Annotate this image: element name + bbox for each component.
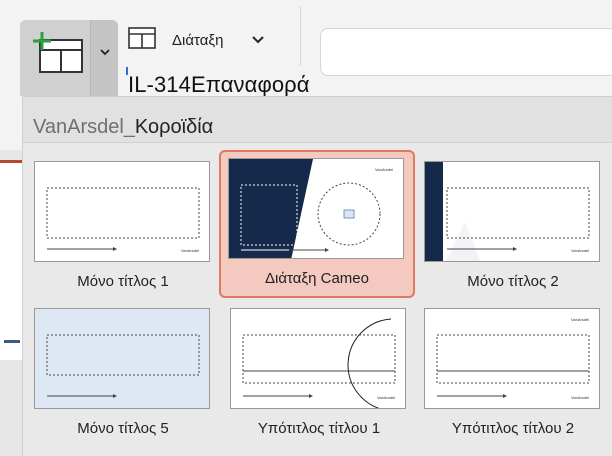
layout-tile-subtitle-2[interactable]: VanArsdel VanArsdel Υπότιτλος τίτλου 2 — [415, 300, 611, 448]
reset-button[interactable]: ΙL-314Επαναφορά — [128, 72, 310, 98]
gallery-header: VanArsdel_Κοροϊδία — [23, 97, 612, 143]
layout-tile-label: Μόνο τίτλος 1 — [77, 273, 169, 290]
layout-thumbnail: VanArsdel VanArsdel — [424, 308, 600, 409]
layout-tile-label: Υπότιτλος τίτλου 1 — [257, 420, 381, 437]
thumb-brand: VanArsdel — [375, 167, 393, 172]
thumb-brand: VanArsdel — [181, 248, 199, 253]
layout-preview-graphic: VanArsdel — [46, 187, 200, 253]
layout-tile-title-only-2[interactable]: VanArsdel Μόνο τίτλος 2 — [415, 153, 611, 301]
layout-label: Διάταξη — [172, 32, 224, 49]
layout-tile-label: Μόνο τίτλος 5 — [77, 420, 169, 437]
layout-preview-graphic: VanArsdel — [229, 159, 393, 258]
thumb-brand: VanArsdel — [571, 248, 589, 253]
slide-thumbnail-mark — [4, 340, 20, 343]
layout-preview-graphic: VanArsdel VanArsdel — [436, 317, 590, 400]
slide-thumbnail[interactable] — [0, 160, 22, 360]
layout-preview-graphic — [46, 334, 200, 398]
ribbon-divider — [300, 6, 301, 66]
chevron-down-icon — [100, 49, 110, 56]
ribbon: Διάταξη ΙL-314Επαναφορά — [0, 0, 612, 98]
layout-thumbnail: VanArsdel — [230, 308, 406, 409]
layout-thumbnail: VanArsdel — [228, 158, 404, 259]
layout-tile-label: Μόνο τίτλος 2 — [467, 273, 559, 290]
new-slide-main-button[interactable] — [20, 20, 90, 96]
layout-tile-title-only-1[interactable]: VanArsdel Μόνο τίτλος 1 — [25, 153, 221, 301]
layout-tile-cameo[interactable]: VanArsdel Διάταξη Cameo — [219, 150, 415, 298]
layout-preview-graphic: VanArsdel — [242, 318, 396, 408]
layout-tile-title-only-5[interactable]: Μόνο τίτλος 5 — [25, 300, 221, 448]
gallery-title: VanArsdel_Κοροϊδία — [33, 116, 213, 139]
layout-preview-graphic: VanArsdel — [425, 162, 590, 261]
layout-gallery: VanArsdel_Κοροϊδία VanArsdel Μόνο τίτλος… — [22, 96, 612, 456]
layout-thumbnail — [34, 308, 210, 409]
layout-tile-subtitle-1[interactable]: VanArsdel Υπότιτλος τίτλου 1 — [221, 300, 417, 448]
gallery-title-prefix: VanArsdel_ — [33, 116, 135, 138]
new-slide-layout-icon — [33, 32, 83, 73]
thumb-brand: VanArsdel — [571, 395, 589, 400]
thumb-brand: VanArsdel — [571, 317, 589, 322]
gallery-title-name: Κοροϊδία — [134, 116, 214, 138]
layout-tile-label: Υπότιτλος τίτλου 2 — [451, 420, 575, 437]
layout-button[interactable]: Διάταξη — [124, 20, 274, 60]
layout-thumbnail: VanArsdel — [424, 161, 600, 262]
thumb-brand: VanArsdel — [377, 395, 395, 400]
layout-tile-label: Διάταξη Cameo — [265, 270, 369, 287]
layout-thumbnail: VanArsdel — [34, 161, 210, 262]
chevron-down-icon — [252, 36, 264, 44]
new-slide-button[interactable] — [20, 20, 118, 96]
new-slide-dropdown-button[interactable] — [90, 20, 118, 96]
ribbon-text-field[interactable] — [320, 28, 612, 76]
layout-icon — [128, 27, 156, 49]
